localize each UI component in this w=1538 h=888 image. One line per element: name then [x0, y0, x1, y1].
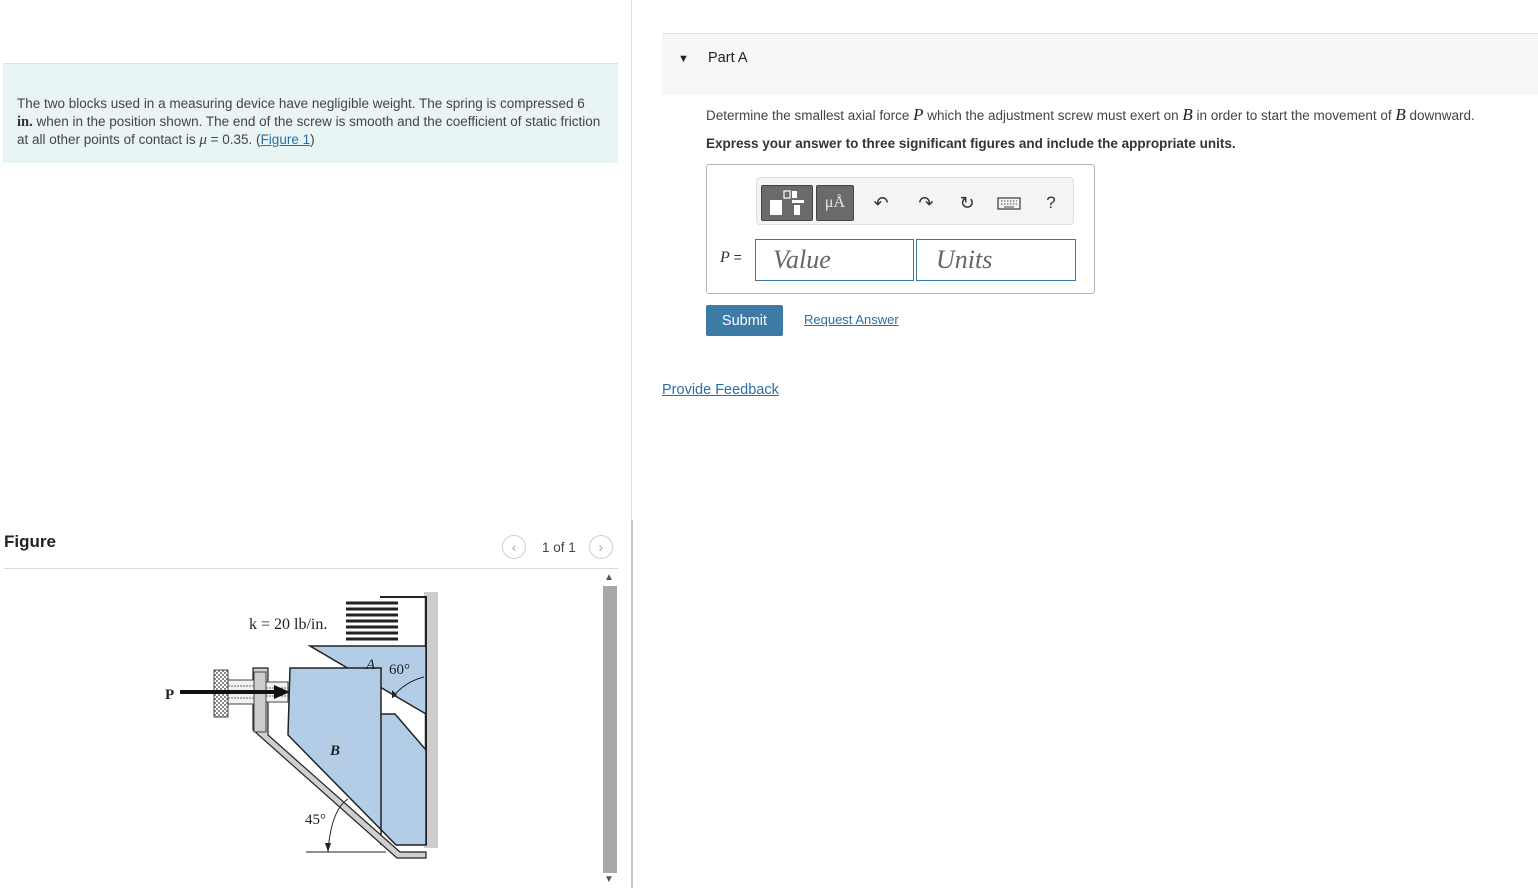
answer-var: P: [720, 249, 730, 266]
redo-icon[interactable]: ↷: [914, 191, 938, 215]
chevron-right-icon[interactable]: ›: [588, 535, 613, 559]
var-b-2: B: [1395, 105, 1406, 124]
chevron-left-icon[interactable]: ‹: [502, 535, 526, 559]
block-b-label: B: [329, 743, 340, 759]
angle-45-label: 45°: [305, 812, 326, 828]
question-part-4: downward.: [1405, 108, 1475, 123]
units-icon[interactable]: μÅ: [816, 185, 854, 221]
keyboard-glyph: [997, 197, 1021, 210]
answer-equals: =: [729, 249, 742, 265]
mu-value: = 0.35. (: [206, 132, 261, 147]
part-a-header[interactable]: ▼ Part A: [662, 33, 1538, 95]
request-answer-link[interactable]: Request Answer: [804, 312, 899, 327]
question-part-3: in order to start the movement of: [1192, 108, 1396, 123]
question-text: Determine the smallest axial force P whi…: [706, 105, 1475, 125]
keyboard-icon[interactable]: [997, 191, 1021, 215]
figure-pager: ‹ 1 of 1 ›: [502, 534, 613, 560]
var-b-1: B: [1182, 105, 1193, 124]
part-title: Part A: [708, 50, 748, 66]
question-part-1: Determine the smallest axial force: [706, 108, 914, 123]
spring: [346, 601, 398, 641]
reset-icon[interactable]: ↻: [955, 191, 979, 215]
problem-unit: in.: [17, 114, 33, 130]
figure-page-count: 1 of 1: [542, 539, 576, 555]
question-part-2: which the adjustment screw must exert on: [923, 108, 1183, 123]
answer-box: μÅ ↶ ↷ ↻ ? P =: [706, 164, 1095, 294]
caret-down-icon[interactable]: ▼: [678, 53, 689, 65]
value-input[interactable]: [755, 239, 914, 281]
undo-icon[interactable]: ↶: [869, 191, 893, 215]
block-a-label: A: [365, 657, 376, 673]
answer-label: P =: [720, 249, 742, 267]
problem-text-1: The two blocks used in a measuring devic…: [17, 96, 585, 111]
submit-button[interactable]: Submit: [706, 305, 783, 336]
provide-feedback-link[interactable]: Provide Feedback: [662, 382, 779, 398]
answer-instruction: Express your answer to three significant…: [706, 136, 1236, 151]
math-toolbar: μÅ ↶ ↷ ↻ ?: [756, 177, 1074, 225]
figure-link[interactable]: Figure 1: [261, 132, 311, 147]
figure-divider: [4, 568, 618, 569]
spring-constant-label: k = 20 lb/in.: [249, 616, 327, 633]
mu-symbol: μ: [199, 132, 207, 148]
figure-scrollbar[interactable]: ▲ ▼: [601, 571, 617, 888]
mechanism-diagram: k = 20 lb/in. P A 60° B 45°: [165, 592, 438, 859]
figure-image: k = 20 lb/in. P A 60° B 45°: [0, 570, 600, 888]
templates-glyph: [770, 190, 804, 215]
scroll-thumb[interactable]: [603, 586, 617, 873]
figure-heading: Figure: [4, 532, 56, 551]
help-icon[interactable]: ?: [1039, 191, 1063, 215]
force-label: P: [165, 687, 174, 703]
scroll-up-icon[interactable]: ▲: [601, 571, 617, 585]
scroll-down-icon[interactable]: ▼: [601, 873, 617, 887]
column-divider-lower: [631, 520, 633, 888]
problem-panel: The two blocks used in a measuring devic…: [0, 0, 632, 888]
problem-statement: The two blocks used in a measuring devic…: [3, 63, 618, 163]
units-input[interactable]: [916, 239, 1076, 281]
templates-icon[interactable]: [761, 185, 813, 221]
close-paren: ): [310, 132, 315, 147]
angle-60-label: 60°: [389, 662, 410, 678]
adjustment-screw: [213, 669, 289, 733]
var-p: P: [913, 105, 924, 124]
